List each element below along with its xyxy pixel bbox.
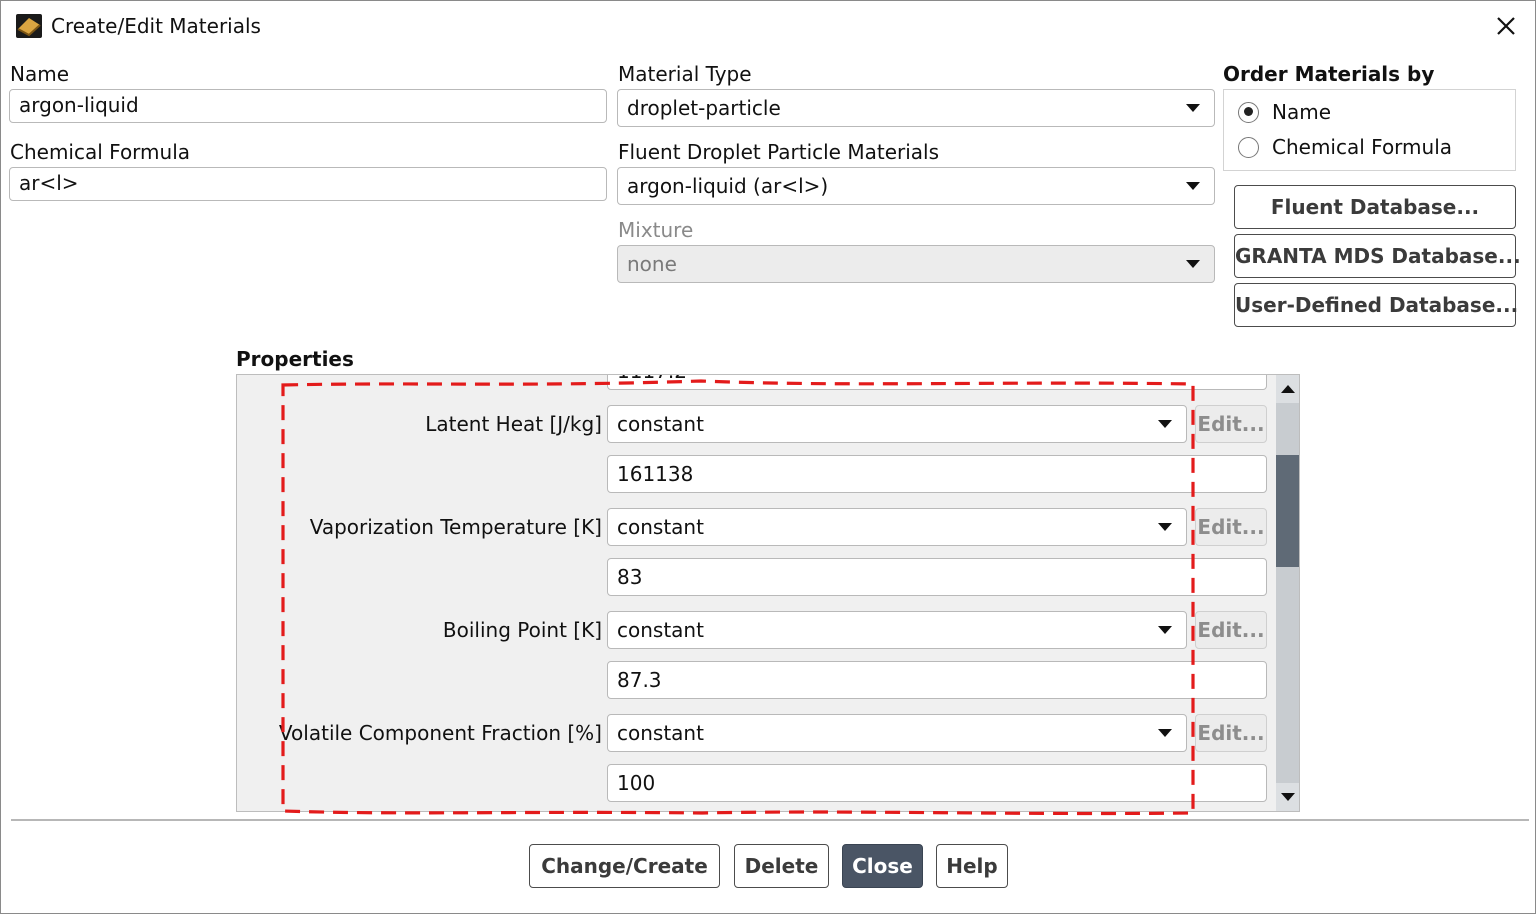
material-type-value: droplet-particle <box>627 96 781 120</box>
volatile-component-fraction-edit-button[interactable]: Edit... <box>1195 714 1267 752</box>
order-materials-title: Order Materials by <box>1223 62 1435 86</box>
order-by-formula-radio[interactable]: Chemical Formula <box>1238 132 1452 162</box>
latent-heat-edit-button[interactable]: Edit... <box>1195 405 1267 443</box>
close-icon[interactable] <box>1491 11 1521 41</box>
fluent-database-button[interactable]: Fluent Database... <box>1234 185 1516 229</box>
material-type-label: Material Type <box>618 62 752 86</box>
mixture-select: none <box>617 245 1215 283</box>
chevron-down-icon <box>1158 420 1172 428</box>
order-by-formula-label: Chemical Formula <box>1272 135 1453 159</box>
delete-button[interactable]: Delete <box>734 844 829 888</box>
create-edit-materials-dialog: Create/Edit Materials Name argon-liquid … <box>0 0 1536 914</box>
vaporization-temperature-method-value: constant <box>617 515 704 539</box>
change-create-button[interactable]: Change/Create <box>529 844 720 888</box>
footer-separator <box>11 819 1529 821</box>
volatile-component-fraction-method-select[interactable]: constant <box>607 714 1187 752</box>
vaporization-temperature-label: Vaporization Temperature [K] <box>309 515 602 539</box>
arrow-down-icon <box>1281 793 1295 801</box>
latent-heat-label: Latent Heat [J/kg] <box>425 412 602 436</box>
latent-heat-value-input[interactable]: 161138 <box>607 455 1267 493</box>
name-input[interactable]: argon-liquid <box>9 89 607 123</box>
properties-panel[interactable]: 1117.2 Latent Heat [J/kg] constant Edit.… <box>236 374 1300 812</box>
order-by-name-radio[interactable]: Name <box>1238 97 1331 127</box>
partial-value-input[interactable]: 1117.2 <box>607 375 1267 390</box>
chevron-down-icon <box>1158 729 1172 737</box>
volatile-component-fraction-method-value: constant <box>617 721 704 745</box>
order-materials-group: Name Chemical Formula <box>1223 89 1516 171</box>
properties-title: Properties <box>236 347 354 371</box>
material-type-select[interactable]: droplet-particle <box>617 89 1215 127</box>
volatile-component-fraction-value-input[interactable]: 100 <box>607 764 1267 802</box>
properties-scrollbar[interactable] <box>1276 375 1299 811</box>
title-bar: Create/Edit Materials <box>1 1 1535 53</box>
order-by-name-label: Name <box>1272 100 1332 124</box>
user-defined-database-button[interactable]: User-Defined Database... <box>1234 283 1518 327</box>
radio-selected-icon <box>1238 101 1259 123</box>
boiling-point-label: Boiling Point [K] <box>442 618 602 642</box>
window-title: Create/Edit Materials <box>51 14 261 38</box>
fluent-app-icon <box>16 14 42 38</box>
mixture-value: none <box>627 252 677 276</box>
vaporization-temperature-method-select[interactable]: constant <box>607 508 1187 546</box>
boiling-point-edit-button[interactable]: Edit... <box>1195 611 1267 649</box>
boiling-point-value-input[interactable]: 87.3 <box>607 661 1267 699</box>
boiling-point-method-select[interactable]: constant <box>607 611 1187 649</box>
arrow-up-icon <box>1281 385 1295 393</box>
vaporization-temperature-value-input[interactable]: 83 <box>607 558 1267 596</box>
boiling-point-method-value: constant <box>617 618 704 642</box>
latent-heat-method-select[interactable]: constant <box>607 405 1187 443</box>
name-label: Name <box>10 62 70 86</box>
scroll-up-button[interactable] <box>1276 375 1299 403</box>
fluent-materials-select[interactable]: argon-liquid (ar<l>) <box>617 167 1215 205</box>
fluent-materials-label: Fluent Droplet Particle Materials <box>618 140 940 164</box>
fluent-materials-value: argon-liquid (ar<l>) <box>627 174 829 198</box>
help-button[interactable]: Help <box>936 844 1008 888</box>
granta-database-button[interactable]: GRANTA MDS Database... <box>1234 234 1521 278</box>
chevron-down-icon <box>1158 626 1172 634</box>
chevron-down-icon <box>1186 182 1200 190</box>
volatile-component-fraction-label: Volatile Component Fraction [%] <box>278 721 602 745</box>
vaporization-temperature-edit-button[interactable]: Edit... <box>1195 508 1267 546</box>
chevron-down-icon <box>1186 104 1200 112</box>
chevron-down-icon <box>1186 260 1200 268</box>
mixture-label: Mixture <box>618 218 694 242</box>
close-button[interactable]: Close <box>842 844 923 888</box>
scroll-down-button[interactable] <box>1276 783 1299 811</box>
chemical-formula-input[interactable]: ar<l> <box>9 167 607 201</box>
scrollbar-thumb[interactable] <box>1276 455 1299 567</box>
chevron-down-icon <box>1158 523 1172 531</box>
latent-heat-method-value: constant <box>617 412 704 436</box>
radio-unselected-icon <box>1238 136 1259 158</box>
chemical-formula-label: Chemical Formula <box>10 140 191 164</box>
